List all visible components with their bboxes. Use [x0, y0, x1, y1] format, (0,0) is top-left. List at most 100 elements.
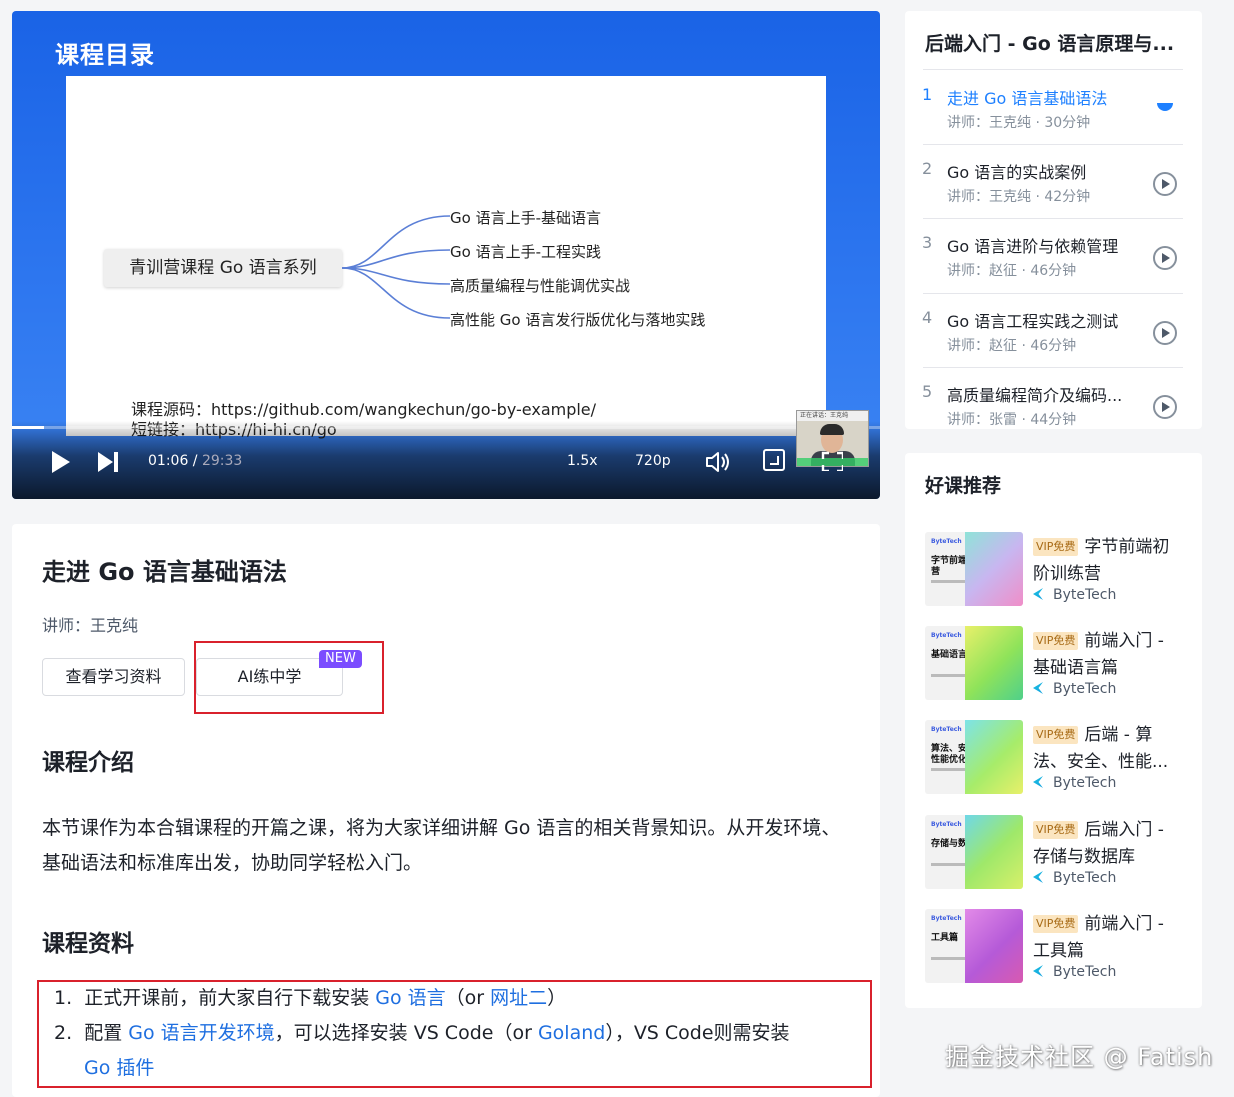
- recommend-heading: 好课推荐: [925, 475, 1002, 497]
- slide-title: 课程目录: [55, 41, 155, 69]
- item-meta: 讲师：王克纯 · 42分钟: [947, 189, 1091, 205]
- course-title[interactable]: VIP免费 后端入门 - 存储与数据库: [1033, 817, 1183, 871]
- progress-bar[interactable]: [12, 426, 880, 429]
- brand-name: ByteTech: [1053, 681, 1117, 697]
- lesson-detail-card: 走进 Go 语言基础语法 讲师：王克纯 查看学习资料 AI练中学 NEW 课程介…: [12, 524, 880, 1097]
- playlist-item[interactable]: 5 高质量编程简介及编码... 讲师：张雷 · 44分钟: [905, 382, 1202, 429]
- course-title[interactable]: VIP免费 字节前端初阶训练营: [1033, 534, 1183, 588]
- item-meta: 讲师：王克纯 · 30分钟: [947, 115, 1091, 131]
- go-language-link[interactable]: Go 语言: [375, 987, 445, 1009]
- list-number: 1.: [54, 987, 73, 1009]
- divider: [923, 144, 1183, 145]
- course-title[interactable]: VIP免费 前端入门 - 工具篇: [1033, 911, 1183, 965]
- item-title: Go 语言的实战案例: [947, 163, 1087, 182]
- item-number: 5: [922, 382, 933, 401]
- item-number: 3: [922, 233, 933, 252]
- goland-link[interactable]: Goland: [538, 1022, 605, 1044]
- course-thumbnail[interactable]: ByteTech 存储与数据库: [925, 815, 1023, 889]
- lesson-teacher: 讲师：王克纯: [42, 616, 139, 635]
- recommend-item[interactable]: ByteTech 工具篇 VIP免费 前端入门 - 工具篇 ByteTech: [925, 909, 1190, 983]
- divider: [923, 293, 1183, 294]
- brand-name: ByteTech: [1053, 775, 1117, 791]
- item-meta: 讲师：赵征 · 46分钟: [947, 338, 1077, 354]
- brand-name: ByteTech: [1053, 870, 1117, 886]
- materials-text: （or: [445, 987, 491, 1009]
- thumb-logo: ByteTech: [931, 538, 962, 545]
- materials-text: ，可以选择安装 VS Code（or: [274, 1022, 538, 1044]
- view-materials-button[interactable]: 查看学习资料: [42, 658, 185, 696]
- playlist-item[interactable]: 4 Go 语言工程实践之测试 讲师：赵征 · 46分钟: [905, 308, 1202, 382]
- materials-item-2-continued: Go 插件: [84, 1051, 154, 1086]
- recommend-item[interactable]: ByteTech 基础语言篇 VIP免费 前端入门 - 基础语言篇 ByteTec…: [925, 626, 1190, 700]
- recommend-item[interactable]: ByteTech 算法、安全、性能优化 VIP免费 后端 - 算法、安全、性能..…: [925, 720, 1190, 794]
- bytetech-logo-icon: [1033, 776, 1043, 788]
- lesson-title: 走进 Go 语言基础语法: [42, 558, 287, 586]
- course-brand: ByteTech: [1033, 775, 1116, 791]
- item-title: 走进 Go 语言基础语法: [947, 89, 1108, 108]
- course-title[interactable]: VIP免费 前端入门 - 基础语言篇: [1033, 628, 1183, 682]
- quality-button[interactable]: 720p: [635, 453, 671, 469]
- brand-name: ByteTech: [1053, 964, 1117, 980]
- go-plugin-link[interactable]: Go 插件: [84, 1057, 154, 1079]
- materials-heading: 课程资料: [42, 931, 134, 957]
- mindmap-branch: Go 语言上手-基础语言: [450, 209, 601, 227]
- item-title: Go 语言工程实践之测试: [947, 312, 1119, 331]
- fullscreen-icon[interactable]: [821, 451, 843, 471]
- course-thumbnail[interactable]: ByteTech 字节前端训练营: [925, 532, 1023, 606]
- course-thumbnail[interactable]: ByteTech 算法、安全、性能优化: [925, 720, 1023, 794]
- vip-free-badge: VIP免费: [1033, 915, 1079, 933]
- playlist-item[interactable]: 1 走进 Go 语言基础语法 讲师：王克纯 · 30分钟: [905, 85, 1202, 159]
- vip-free-badge: VIP免费: [1033, 538, 1079, 556]
- course-brand: ByteTech: [1033, 964, 1116, 980]
- bytetech-logo-icon: [1033, 965, 1043, 977]
- video-player[interactable]: 课程目录 青训营课程 Go 语言系列 Go 语言上手-基础语言 Go 语言上手-…: [12, 11, 880, 499]
- now-playing-icon: [1157, 103, 1173, 111]
- course-brand: ByteTech: [1033, 681, 1116, 697]
- play-circle-icon[interactable]: [1153, 246, 1177, 270]
- speaker-hair: [820, 424, 844, 435]
- playlist-item[interactable]: 2 Go 语言的实战案例 讲师：王克纯 · 42分钟: [905, 159, 1202, 233]
- watermark: 掘金技术社区 @ Fatish: [945, 1043, 1214, 1071]
- course-thumbnail[interactable]: ByteTech 工具篇: [925, 909, 1023, 983]
- item-title: 高质量编程简介及编码...: [947, 386, 1123, 405]
- current-time: 01:06: [148, 453, 189, 469]
- pip-label: 正在讲话：王克纯: [797, 411, 868, 421]
- recommended-courses: 好课推荐 ByteTech 字节前端训练营 VIP免费 字节前端初阶训练营 Byt…: [905, 453, 1202, 1008]
- playlist-title: 后端入门 - Go 语言原理与...: [925, 33, 1175, 55]
- course-playlist: 后端入门 - Go 语言原理与... 1 走进 Go 语言基础语法 讲师：王克纯…: [905, 11, 1202, 429]
- picture-in-picture-icon[interactable]: [763, 449, 785, 471]
- divider: [923, 69, 1183, 70]
- progress-fill: [12, 426, 45, 429]
- vip-free-badge: VIP免费: [1033, 821, 1079, 839]
- item-title: Go 语言进阶与依赖管理: [947, 237, 1119, 256]
- playlist-item[interactable]: 3 Go 语言进阶与依赖管理 讲师：赵征 · 46分钟: [905, 233, 1202, 307]
- go-dev-env-link[interactable]: Go 语言开发环境: [128, 1022, 274, 1044]
- recommend-item[interactable]: ByteTech 存储与数据库 VIP免费 后端入门 - 存储与数据库 ByteT…: [925, 815, 1190, 889]
- item-number: 4: [922, 308, 933, 327]
- bytetech-logo-icon: [1033, 682, 1043, 694]
- course-thumbnail[interactable]: ByteTech 基础语言篇: [925, 626, 1023, 700]
- vip-free-badge: VIP免费: [1033, 726, 1079, 744]
- time-display: 01:06 / 29:33: [148, 453, 242, 469]
- mirror-site-link[interactable]: 网址二: [490, 987, 547, 1009]
- bytetech-logo-icon: [1033, 871, 1043, 883]
- play-circle-icon[interactable]: [1153, 172, 1177, 196]
- course-title[interactable]: VIP免费 后端 - 算法、安全、性能...: [1033, 722, 1183, 776]
- play-icon[interactable]: [52, 451, 70, 473]
- item-number: 1: [922, 85, 933, 104]
- materials-text: 配置: [84, 1022, 129, 1044]
- recommend-item[interactable]: ByteTech 字节前端训练营 VIP免费 字节前端初阶训练营 ByteTech: [925, 532, 1190, 606]
- bytetech-logo-icon: [1033, 588, 1043, 600]
- time-separator: /: [188, 453, 202, 469]
- vip-free-badge: VIP免费: [1033, 632, 1079, 650]
- mindmap-branch: Go 语言上手-工程实践: [450, 243, 601, 261]
- course-brand: ByteTech: [1033, 870, 1116, 886]
- item-meta: 讲师：赵征 · 46分钟: [947, 263, 1077, 279]
- play-circle-icon[interactable]: [1153, 395, 1177, 419]
- play-circle-icon[interactable]: [1153, 321, 1177, 345]
- controls-overlay: [12, 421, 880, 499]
- volume-icon[interactable]: [705, 451, 731, 473]
- mindmap-root: 青训营课程 Go 语言系列: [104, 249, 342, 287]
- slide-content: 青训营课程 Go 语言系列 Go 语言上手-基础语言 Go 语言上手-工程实践 …: [66, 76, 826, 439]
- speed-button[interactable]: 1.5x: [567, 453, 598, 469]
